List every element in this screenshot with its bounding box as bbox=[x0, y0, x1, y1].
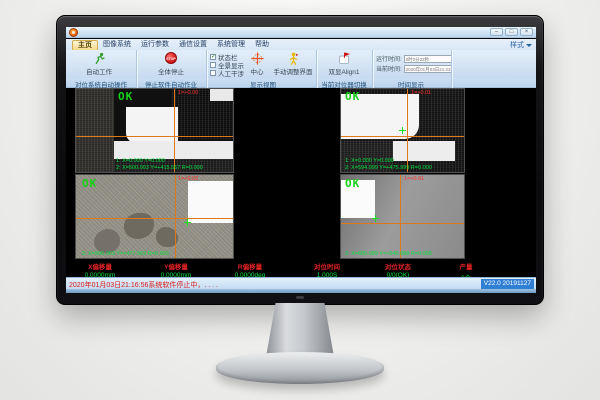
checkbox-unchecked-icon bbox=[210, 70, 216, 76]
crosshair-target-icon bbox=[244, 52, 270, 66]
camera-view-3[interactable]: OK 1=+0.01 1: X=0.000 Y=0.000 2: X=594.9… bbox=[340, 88, 465, 173]
camera2-coord-line2: 2: X=500.003 Y=+477.563 R=0.003 bbox=[82, 251, 169, 258]
center-button-label: 中心 bbox=[251, 69, 264, 76]
crosshair-vertical-line bbox=[400, 175, 401, 258]
current-time-field: 当前时间: 2020年01月03日21:23:42 bbox=[376, 64, 452, 73]
manual-intervention-checkbox-label: 人工干涉 bbox=[218, 68, 244, 78]
crosshair-horizontal-line bbox=[76, 218, 233, 219]
app-logo-icon bbox=[69, 28, 78, 37]
measurement-label: X偏移量 bbox=[85, 261, 116, 271]
maximize-button[interactable]: □ bbox=[505, 28, 518, 36]
chevron-down-icon bbox=[526, 44, 532, 47]
camera1-texture-strip bbox=[76, 89, 114, 173]
camera3-status-ok: OK bbox=[345, 90, 360, 103]
monitor-brand-logo bbox=[296, 296, 304, 299]
close-button[interactable]: × bbox=[520, 28, 533, 36]
window-bottom-border bbox=[66, 289, 536, 293]
measurement-label: Y偏移量 bbox=[161, 261, 192, 271]
monitor-stand-base bbox=[216, 352, 384, 384]
version-badge: V22.0 20191127 bbox=[481, 279, 534, 289]
current-time-input[interactable]: 2020年01月03日21:23:42 bbox=[404, 65, 452, 73]
style-dropdown[interactable]: 样式 bbox=[510, 40, 532, 50]
monitor-stand-neck bbox=[266, 303, 334, 357]
run-time-input[interactable]: 0时0分22秒 bbox=[404, 55, 452, 63]
window-controls: – □ × bbox=[490, 28, 533, 36]
measurement-label: R偏移量 bbox=[235, 261, 266, 271]
crosshair-horizontal-line bbox=[341, 223, 464, 224]
camera1-coordinates: 1: X=0.000 Y=0.000 2: X=500.003 Y=+415.5… bbox=[116, 158, 203, 171]
stop-sign-glyph: STOP bbox=[165, 52, 177, 64]
group-label-display-view: 显示视图 bbox=[250, 79, 276, 89]
flag-monitor-icon bbox=[319, 52, 369, 66]
ribbon-separator bbox=[372, 50, 373, 88]
person-icon bbox=[268, 52, 318, 66]
camera2-blob-shape bbox=[94, 229, 120, 253]
ribbon-separator bbox=[136, 50, 137, 88]
dual-display-align-button[interactable]: 双显Align1 bbox=[319, 51, 369, 77]
measurement-label: 对位状态 bbox=[385, 261, 411, 271]
camera1-coord-line2: 2: X=500.003 Y=+415.567 R=0.000 bbox=[116, 165, 203, 172]
auto-work-button[interactable]: 自动工作 bbox=[72, 51, 126, 77]
manual-adjust-button[interactable]: 手动调整界面 bbox=[268, 51, 318, 77]
measurement-strip: X偏移量 0.0000mm Y偏移量 0.0000mm R偏移量 0.0000d… bbox=[66, 261, 536, 277]
camera1-readout: 1=+0.00 bbox=[178, 90, 198, 96]
ribbon-separator bbox=[316, 50, 317, 88]
camera2-coordinates: 2: X=500.003 Y=+477.563 R=0.003 bbox=[82, 251, 169, 258]
camera2-status-ok: OK bbox=[82, 177, 97, 190]
ribbon-separator bbox=[206, 50, 207, 88]
current-time-label: 当前时间: bbox=[376, 64, 402, 73]
camera4-status-ok: OK bbox=[345, 177, 360, 190]
dual-display-align-label: 双显Align1 bbox=[328, 69, 359, 76]
run-time-label: 运行时间: bbox=[376, 54, 402, 63]
crosshair-horizontal-line bbox=[76, 136, 233, 137]
tab-home[interactable]: 主页 bbox=[72, 40, 98, 50]
camera2-bright-square bbox=[188, 181, 234, 223]
stop-sign-icon: STOP bbox=[144, 52, 198, 66]
status-bar: 2020年01月03日21:16:56系统软件停止中，. . . . V22.0… bbox=[66, 277, 536, 289]
camera1-panel-corner-shape bbox=[126, 107, 178, 143]
fiducial-cross-icon bbox=[372, 215, 379, 222]
crosshair-horizontal-line bbox=[341, 136, 464, 137]
camera3-coordinates: 1: X=0.000 Y=0.000 2: X=594.999 Y=+475.9… bbox=[345, 158, 432, 171]
ribbon-separator bbox=[451, 50, 452, 88]
camera1-status-ok: OK bbox=[118, 90, 133, 103]
tab-help[interactable]: 帮助 bbox=[250, 40, 274, 50]
menu-bar: 主页 图像系统 运行参数 通信设置 系统管理 帮助 样式 bbox=[66, 39, 536, 50]
stop-all-label: 全体停止 bbox=[158, 69, 184, 76]
tab-run-parameters[interactable]: 运行参数 bbox=[136, 40, 174, 50]
camera3-coord-line2: 2: X=594.999 Y=+475.999 R=0.000 bbox=[345, 165, 432, 172]
monitor-screen: – □ × 主页 图像系统 运行参数 通信设置 系统管理 帮助 样式 自动工作 … bbox=[66, 27, 536, 293]
title-bar: – □ × bbox=[66, 27, 536, 38]
camera3-readout: 1=+0.01 bbox=[411, 90, 431, 96]
camera4-readout: 1=+0.01 bbox=[404, 176, 424, 182]
manual-intervention-checkbox[interactable]: 人工干涉 bbox=[210, 68, 244, 78]
center-button[interactable]: 中心 bbox=[244, 51, 270, 77]
camera4-coordinates: 2: X=605.999 Y=+540.098 R=0.005 bbox=[345, 251, 432, 258]
stop-all-button[interactable]: STOP 全体停止 bbox=[144, 51, 198, 77]
tab-communication-settings[interactable]: 通信设置 bbox=[174, 40, 212, 50]
camera-view-2[interactable]: OK 1=+0.02 2: X=500.003 Y=+477.563 R=0.0… bbox=[75, 174, 234, 259]
camera-view-4[interactable]: OK 1=+0.01 2: X=605.999 Y=+540.098 R=0.0… bbox=[340, 174, 465, 259]
camera-view-1[interactable]: OK 1=+0.00 1: X=0.000 Y=0.000 2: X=500.0… bbox=[75, 88, 234, 173]
tab-system-management[interactable]: 系统管理 bbox=[212, 40, 250, 50]
run-time-field: 运行时间: 0时0分22秒 bbox=[376, 54, 452, 63]
camera1-bright-corner bbox=[210, 89, 234, 101]
camera2-readout: 1=+0.02 bbox=[178, 176, 198, 182]
style-dropdown-label: 样式 bbox=[510, 40, 524, 50]
measurement-label: 产量 bbox=[460, 261, 473, 271]
tab-image-system[interactable]: 图像系统 bbox=[98, 40, 136, 50]
fiducial-cross-icon bbox=[184, 219, 191, 226]
camera4-coord-line2: 2: X=605.999 Y=+540.098 R=0.005 bbox=[345, 251, 432, 258]
crosshair-vertical-line bbox=[175, 175, 176, 258]
manual-adjust-label: 手动调整界面 bbox=[274, 69, 313, 76]
minimize-button[interactable]: – bbox=[490, 28, 503, 36]
fiducial-cross-icon bbox=[399, 127, 406, 134]
running-man-icon bbox=[72, 52, 126, 66]
measurement-label: 对位时间 bbox=[314, 261, 340, 271]
auto-work-label: 自动工作 bbox=[86, 69, 112, 76]
